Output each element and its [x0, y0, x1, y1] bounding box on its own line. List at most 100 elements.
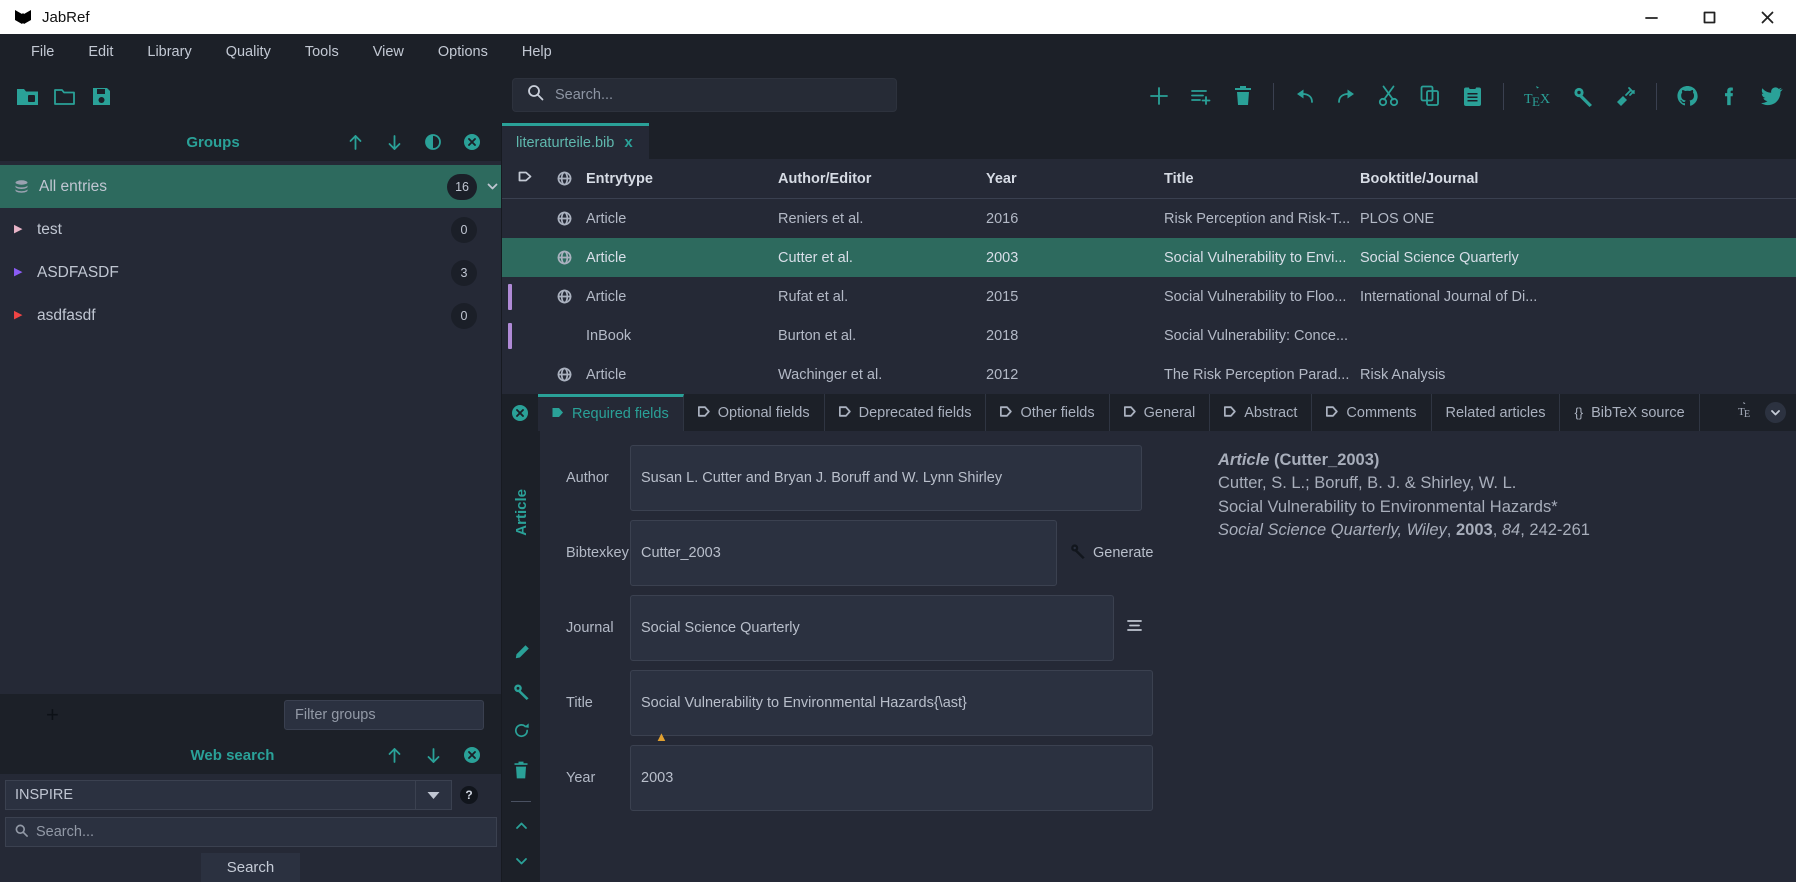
- arrow-up-icon[interactable]: [385, 746, 403, 764]
- chevron-down-icon[interactable]: [483, 180, 501, 193]
- latex-citations-icon[interactable]: TEX: [1523, 85, 1553, 108]
- toolbar-separator: [1273, 82, 1274, 110]
- maximize-icon[interactable]: [1680, 0, 1738, 34]
- key-icon[interactable]: [513, 683, 530, 705]
- table-row[interactable]: Article Reniers et al. 2016 Risk Percept…: [502, 199, 1796, 238]
- menu-view[interactable]: View: [356, 38, 421, 66]
- arrow-down-icon[interactable]: [385, 133, 403, 151]
- generate-key-button[interactable]: Generate: [1070, 543, 1153, 563]
- chevron-down-icon[interactable]: [1765, 402, 1786, 423]
- library-tab-close-icon[interactable]: x: [624, 134, 632, 151]
- menu-help[interactable]: Help: [505, 38, 569, 66]
- websearch-source-select[interactable]: INSPIRE: [5, 780, 452, 810]
- col-entrytype-header[interactable]: Entrytype: [586, 171, 778, 187]
- table-row[interactable]: InBook Burton et al. 2018 Social Vulnera…: [502, 316, 1796, 355]
- contrast-icon[interactable]: [424, 133, 442, 151]
- redo-icon[interactable]: [1335, 85, 1358, 108]
- arrow-down-icon[interactable]: [424, 746, 442, 764]
- search-icon: [527, 84, 544, 106]
- col-year-header[interactable]: Year: [986, 171, 1164, 187]
- field-input-year[interactable]: 2003: [630, 745, 1153, 811]
- menu-tools[interactable]: Tools: [288, 38, 356, 66]
- save-library-icon[interactable]: [90, 85, 113, 108]
- col-title-header[interactable]: Title: [1164, 171, 1360, 187]
- group-item-asdfasdf-lower[interactable]: ▶ asdfasdf 0: [0, 294, 501, 337]
- arrow-up-icon[interactable]: [346, 133, 364, 151]
- add-entry-icon[interactable]: [1147, 85, 1170, 108]
- group-item-all-entries[interactable]: All entries 16: [0, 165, 501, 208]
- group-item-asdfasdf-upper[interactable]: ▶ ASDFASDF 3: [0, 251, 501, 294]
- col-group-color-header[interactable]: [518, 170, 542, 187]
- library-tab-literaturteile[interactable]: literaturteile.bib x: [502, 123, 649, 159]
- websearch-help-icon[interactable]: ?: [460, 786, 478, 804]
- field-input-title[interactable]: Social Vulnerability to Environmental Ha…: [630, 670, 1153, 736]
- edit-icon[interactable]: [513, 644, 530, 666]
- close-circle-icon[interactable]: [502, 394, 538, 431]
- tab-deprecated-fields[interactable]: Deprecated fields: [824, 394, 987, 431]
- col-journal-header[interactable]: Booktitle/Journal: [1360, 171, 1796, 187]
- chevron-up-icon[interactable]: [514, 819, 529, 837]
- github-icon[interactable]: [1676, 85, 1699, 108]
- close-circle-icon[interactable]: [463, 133, 481, 151]
- field-label-author: Author: [566, 470, 609, 486]
- menu-library[interactable]: Library: [130, 38, 208, 66]
- add-group-button[interactable]: +: [46, 704, 59, 726]
- tab-comments[interactable]: Comments: [1312, 394, 1432, 431]
- cleanup-icon[interactable]: [1614, 85, 1637, 108]
- triangle-icon[interactable]: ▶: [14, 267, 30, 278]
- refresh-icon[interactable]: [513, 722, 530, 744]
- new-library-icon[interactable]: [16, 85, 39, 108]
- tab-optional-fields[interactable]: Optional fields: [683, 394, 825, 431]
- table-row[interactable]: Article Cutter et al. 2003 Social Vulner…: [502, 238, 1796, 277]
- tab-other-fields[interactable]: Other fields: [986, 394, 1110, 431]
- generate-key-icon[interactable]: [1572, 85, 1595, 108]
- chevron-down-icon[interactable]: [514, 854, 529, 872]
- twitter-icon[interactable]: [1760, 85, 1783, 108]
- cell-title: Social Vulnerability to Floo...: [1164, 288, 1347, 305]
- menu-edit[interactable]: Edit: [71, 38, 130, 66]
- add-entry-from-plaintext-icon[interactable]: [1189, 85, 1212, 108]
- paste-icon[interactable]: [1461, 85, 1484, 108]
- entry-editor-sidestrip: Article: [502, 431, 540, 882]
- filter-groups-input[interactable]: Filter groups: [284, 700, 484, 730]
- tab-abstract[interactable]: Abstract: [1210, 394, 1313, 431]
- table-row[interactable]: Article Rufat et al. 2015 Social Vulnera…: [502, 277, 1796, 316]
- groups-list: All entries 16 ▶ test 0 ▶ ASDFASDF 3 ▶ a…: [0, 161, 501, 694]
- delete-entry-icon[interactable]: [1231, 85, 1254, 108]
- table-row[interactable]: Article Wachinger et al. 2012 The Risk P…: [502, 355, 1796, 394]
- tab-bibtex-source[interactable]: {} BibTeX source: [1560, 394, 1700, 431]
- tab-general[interactable]: General: [1109, 394, 1211, 431]
- delete-icon[interactable]: [513, 761, 529, 784]
- menu-file[interactable]: File: [14, 38, 71, 66]
- cell-title: The Risk Perception Parad...: [1164, 366, 1350, 383]
- global-search-box[interactable]: Search...: [512, 78, 897, 112]
- journal-list-icon[interactable]: [1127, 619, 1142, 637]
- facebook-icon[interactable]: [1718, 85, 1741, 108]
- chevron-down-icon[interactable]: [415, 781, 451, 809]
- websearch-search-button[interactable]: Search: [200, 853, 301, 882]
- tab-label: Deprecated fields: [858, 404, 972, 421]
- field-input-author[interactable]: Susan L. Cutter and Bryan J. Boruff and …: [630, 445, 1142, 511]
- cell-title: Social Vulnerability: Conce...: [1164, 327, 1349, 344]
- col-linked-files-header[interactable]: [542, 171, 586, 186]
- copy-icon[interactable]: [1419, 85, 1442, 108]
- window-title: JabRef: [42, 8, 90, 26]
- group-item-test[interactable]: ▶ test 0: [0, 208, 501, 251]
- menu-options[interactable]: Options: [421, 38, 505, 66]
- triangle-icon[interactable]: ▶: [14, 310, 30, 321]
- close-icon[interactable]: [1738, 0, 1796, 34]
- menu-quality[interactable]: Quality: [209, 38, 288, 66]
- minimize-icon[interactable]: [1622, 0, 1680, 34]
- triangle-icon[interactable]: ▶: [14, 224, 30, 235]
- undo-icon[interactable]: [1293, 85, 1316, 108]
- latex-citations-icon[interactable]: TE: [1735, 401, 1755, 424]
- tab-related-articles[interactable]: Related articles: [1431, 394, 1561, 431]
- websearch-query-input[interactable]: Search...: [5, 817, 497, 847]
- open-library-icon[interactable]: [53, 85, 76, 108]
- cut-icon[interactable]: [1377, 85, 1400, 108]
- col-author-header[interactable]: Author/Editor: [778, 171, 986, 187]
- close-circle-icon[interactable]: [463, 746, 481, 764]
- tab-required-fields[interactable]: Required fields: [538, 394, 684, 431]
- field-input-bibtexkey[interactable]: Cutter_2003: [630, 520, 1057, 586]
- field-input-journal[interactable]: Social Science Quarterly: [630, 595, 1114, 661]
